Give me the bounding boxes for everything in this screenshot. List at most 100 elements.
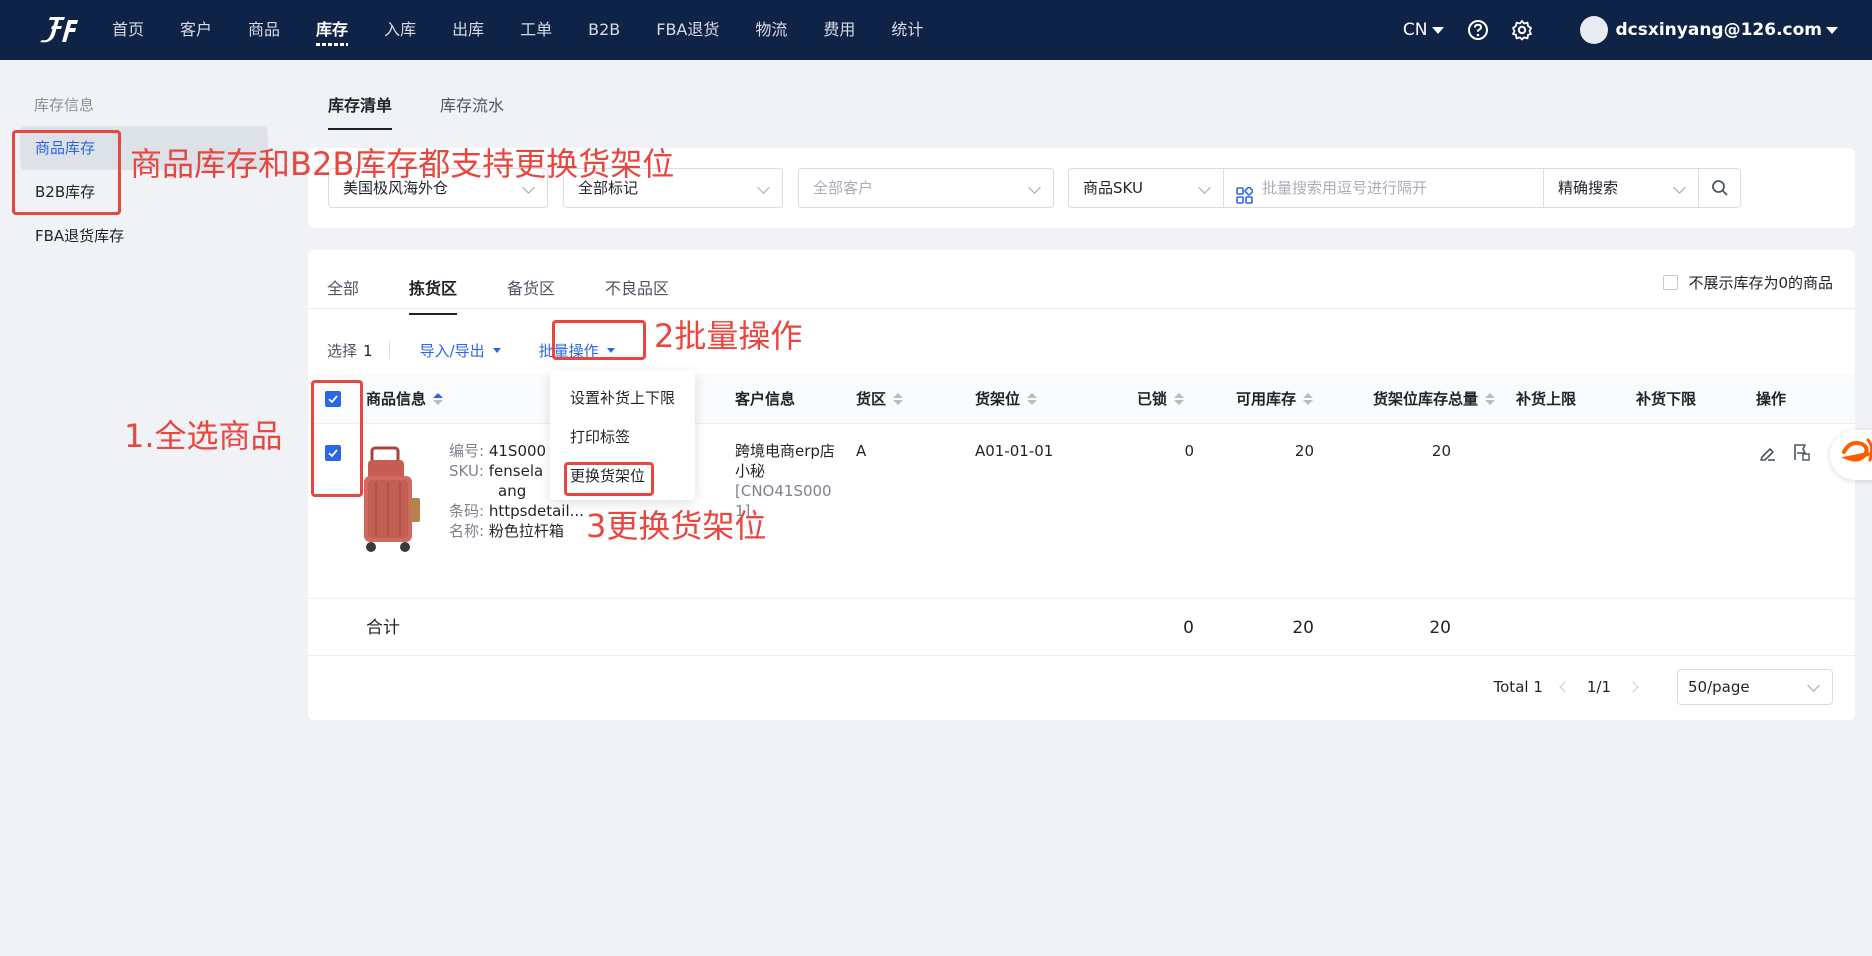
nav-stats[interactable]: 统计 bbox=[891, 0, 923, 60]
app-logo[interactable] bbox=[38, 14, 80, 44]
tab-inventory-flow[interactable]: 库存流水 bbox=[440, 92, 504, 130]
tab-zone-stock[interactable]: 备货区 bbox=[507, 275, 555, 315]
pager-page: 1/1 bbox=[1586, 678, 1611, 696]
user-avatar[interactable] bbox=[1579, 16, 1608, 44]
divider bbox=[308, 308, 1855, 309]
col-shelf[interactable]: 货架位 bbox=[975, 374, 1038, 424]
edit-icon[interactable] bbox=[1758, 443, 1778, 467]
col-shelf-total-label: 货架位库存总量 bbox=[1373, 390, 1479, 408]
menu-item-set-replenish-limits[interactable]: 设置补货上下限 bbox=[570, 387, 675, 409]
available-value: 20 bbox=[1294, 442, 1314, 460]
nav-b2b[interactable]: B2B bbox=[588, 0, 620, 60]
totals-locked: 0 bbox=[1183, 618, 1194, 638]
language-switch[interactable]: CN bbox=[1403, 20, 1444, 40]
sku-key: SKU: bbox=[449, 462, 484, 480]
col-customer-label: 客户信息 bbox=[735, 390, 796, 408]
page-size-value: 50/page bbox=[1688, 678, 1750, 696]
pager-total: Total 1 bbox=[1493, 678, 1543, 696]
customer-name-line1: 跨境电商erp店 bbox=[735, 442, 835, 460]
search-input[interactable]: 批量搜索用逗号进行隔开 bbox=[1224, 168, 1544, 208]
search-group: 商品SKU 批量搜索用逗号进行隔开 精确搜索 bbox=[1068, 168, 1741, 208]
col-product-label: 商品信息 bbox=[366, 390, 427, 408]
annotation-box-change-shelf bbox=[564, 462, 654, 496]
sort-icon[interactable] bbox=[1303, 393, 1314, 405]
nav-customers[interactable]: 客户 bbox=[180, 0, 212, 60]
nav-home[interactable]: 首页 bbox=[112, 0, 144, 60]
nav-fba-returns[interactable]: FBA退货 bbox=[656, 0, 719, 60]
import-export-button[interactable]: 导入/导出 bbox=[420, 340, 501, 361]
settings-gear-icon[interactable] bbox=[1510, 18, 1534, 42]
chevron-down-icon bbox=[522, 181, 535, 194]
annotation-box-batch-ops bbox=[552, 320, 646, 360]
inventory-table-card: 全部 拣货区 备货区 不良品区 不展示库存为0的商品 选择 1 导入/导出 批量操… bbox=[308, 250, 1855, 720]
search-button[interactable] bbox=[1699, 168, 1741, 208]
product-code: 编号: 41S000 bbox=[449, 441, 546, 461]
col-zone[interactable]: 货区 bbox=[856, 374, 904, 424]
col-product[interactable]: 商品信息 bbox=[366, 374, 444, 424]
page-size-select[interactable]: 50/page bbox=[1677, 669, 1833, 705]
customer-name-line2: 小秘 bbox=[735, 462, 766, 480]
sort-icon[interactable] bbox=[1174, 393, 1185, 405]
nav-inventory[interactable]: 库存 bbox=[316, 0, 349, 60]
sort-icon[interactable] bbox=[1485, 393, 1496, 405]
sort-icon[interactable] bbox=[893, 393, 904, 405]
batch-grid-icon[interactable] bbox=[1236, 180, 1254, 204]
nav-products[interactable]: 商品 bbox=[248, 0, 280, 60]
totals-label: 合计 bbox=[366, 618, 400, 638]
product-name: 名称: 粉色拉杆箱 bbox=[449, 521, 564, 541]
totals-row: 合计 0 20 20 bbox=[308, 600, 1855, 656]
sidebar-item-fba-return-inventory[interactable]: FBA退货库存 bbox=[20, 214, 268, 258]
prev-page-icon[interactable] bbox=[1559, 681, 1571, 693]
user-email: dcsxinyang@126.com bbox=[1615, 20, 1823, 40]
sort-icon[interactable] bbox=[433, 393, 444, 405]
tab-zone-picking[interactable]: 拣货区 bbox=[409, 275, 458, 315]
col-replenish-max: 补货上限 bbox=[1516, 374, 1576, 424]
table-row: 编号: 41S000 外 SKU: fensela ang 条码: httpsd… bbox=[308, 424, 1855, 599]
nav-inbound[interactable]: 入库 bbox=[384, 0, 416, 60]
search-icon bbox=[1711, 180, 1728, 196]
chevron-down-icon bbox=[1673, 181, 1686, 194]
tab-zone-all[interactable]: 全部 bbox=[327, 275, 359, 315]
caret-down-icon bbox=[1826, 26, 1838, 34]
locked-value: 0 bbox=[1184, 442, 1194, 460]
search-field-select[interactable]: 商品SKU bbox=[1068, 168, 1224, 208]
shelf-total-value: 20 bbox=[1431, 442, 1451, 460]
help-icon[interactable] bbox=[1466, 18, 1490, 42]
hide-zero-toggle[interactable]: 不展示库存为0的商品 bbox=[1663, 272, 1833, 293]
annotation-text-change-shelf: 3更换货架位 bbox=[586, 507, 767, 545]
shelf-flag-icon[interactable] bbox=[1792, 442, 1812, 466]
tab-inventory-list[interactable]: 库存清单 bbox=[328, 92, 393, 130]
match-mode-select[interactable]: 精确搜索 bbox=[1544, 168, 1699, 208]
product-barcode: 条码: httpsdetail... bbox=[449, 501, 584, 521]
floating-1688-badge[interactable] bbox=[1830, 430, 1872, 480]
next-page-icon[interactable] bbox=[1627, 681, 1639, 693]
col-locked[interactable]: 已锁 bbox=[1137, 374, 1185, 424]
user-menu[interactable]: dcsxinyang@126.com bbox=[1615, 20, 1838, 40]
product-thumbnail[interactable] bbox=[356, 446, 434, 556]
nav-fees[interactable]: 费用 bbox=[823, 0, 855, 60]
name-value: 粉色拉杆箱 bbox=[488, 522, 564, 540]
annotation-box-sidebar bbox=[12, 130, 121, 215]
nav-logistics[interactable]: 物流 bbox=[755, 0, 787, 60]
col-shelf-total[interactable]: 货架位库存总量 bbox=[1373, 374, 1496, 424]
pagination: Total 1 1/1 50/page bbox=[1494, 668, 1833, 706]
tab-zone-defective[interactable]: 不良品区 bbox=[605, 275, 669, 315]
customer-select[interactable]: 全部客户 bbox=[798, 168, 1054, 208]
totals-available: 20 bbox=[1292, 618, 1314, 638]
col-actions: 操作 bbox=[1756, 374, 1786, 424]
nav-outbound[interactable]: 出库 bbox=[452, 0, 484, 60]
table-header: 商品信息 客户信息 货区 货架位 已锁 可用库存 货架位库存总量 补货上限 补货… bbox=[308, 374, 1855, 424]
sort-icon[interactable] bbox=[1027, 393, 1038, 405]
shelf-value: A01-01-01 bbox=[975, 442, 1054, 460]
col-locked-label: 已锁 bbox=[1137, 390, 1168, 408]
annotation-box-select-all bbox=[311, 380, 363, 497]
name-key: 名称: bbox=[449, 522, 485, 540]
divider bbox=[388, 341, 390, 359]
match-mode-value: 精确搜索 bbox=[1558, 179, 1619, 197]
nav-workorders[interactable]: 工单 bbox=[520, 0, 552, 60]
menu-item-print-labels[interactable]: 打印标签 bbox=[570, 426, 630, 448]
col-available[interactable]: 可用库存 bbox=[1236, 374, 1314, 424]
hide-zero-checkbox[interactable] bbox=[1663, 275, 1679, 290]
caret-down-icon bbox=[1431, 26, 1444, 34]
sku-value-cont: ang bbox=[498, 482, 527, 500]
